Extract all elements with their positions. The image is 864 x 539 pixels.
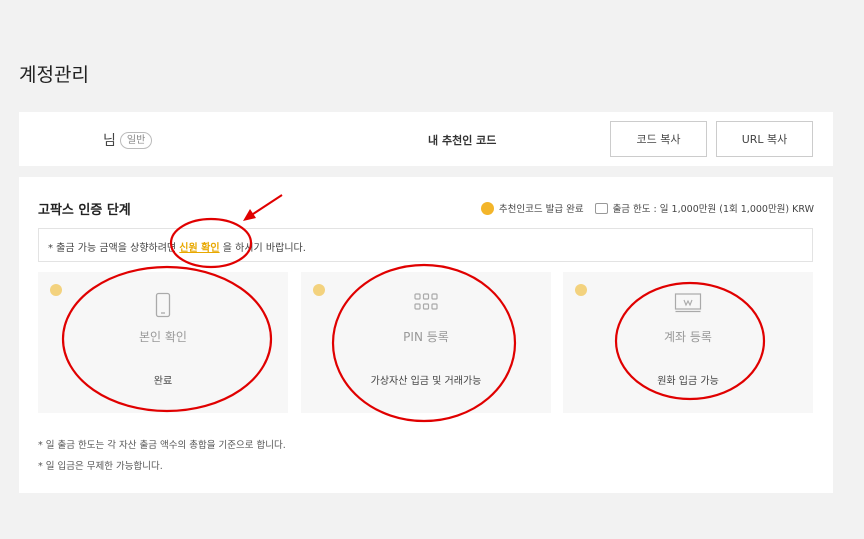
notice-text-before: * 출금 가능 금액을 상향하려면	[48, 243, 180, 254]
step-desc: 가상자산 입금 및 거래가능	[370, 376, 482, 387]
verification-title: 고팍스 인증 단계	[38, 203, 131, 218]
step-desc: 완료	[153, 376, 173, 387]
notice-text-after: 을 하시기 바랍니다.	[219, 243, 306, 254]
step-check-icon	[313, 284, 325, 296]
page-title: 계정관리	[19, 64, 89, 86]
step-account-registration[interactable]: 계좌 등록 원화 입금 가능	[563, 272, 813, 413]
referral-code-label: 내 추천인 코드	[428, 134, 497, 147]
phone-icon	[155, 292, 171, 318]
check-circle-icon	[480, 201, 494, 215]
step-check-icon	[50, 284, 62, 296]
bank-account-icon	[674, 293, 702, 313]
step-identity-verification[interactable]: 본인 확인 완료	[38, 272, 288, 413]
step-desc: 원화 입금 가능	[657, 376, 719, 387]
step-pin-registration[interactable]: PIN 등록 가상자산 입금 및 거래가능	[301, 272, 551, 413]
account-name-suffix: 님	[103, 133, 116, 149]
step-name: 계좌 등록	[664, 330, 712, 344]
step-check-icon	[575, 284, 587, 296]
verification-card: 고팍스 인증 단계 추천인코드 발급 완료 출금 한도 : 일 1,000만원 …	[19, 177, 833, 493]
limit-notice: * 출금 가능 금액을 상향하려면 신원 확인 을 하시기 바랍니다.	[38, 228, 813, 262]
referral-status-text: 추천인코드 발급 완료	[498, 204, 584, 215]
footnote-deposit: * 일 입금은 무제한 가능합니다.	[38, 461, 163, 472]
copy-url-button[interactable]: URL 복사	[716, 121, 813, 157]
identity-verification-link[interactable]: 신원 확인	[179, 243, 219, 254]
wallet-icon	[594, 202, 608, 214]
copy-code-button[interactable]: 코드 복사	[610, 121, 707, 157]
pin-grid-icon	[414, 293, 438, 310]
account-name: 님 일반	[103, 130, 153, 150]
step-name: PIN 등록	[403, 330, 449, 344]
grade-badge: 일반	[119, 131, 153, 149]
verification-status-line: 추천인코드 발급 완료 출금 한도 : 일 1,000만원 (1회 1,000만…	[480, 201, 814, 215]
step-name: 본인 확인	[139, 330, 187, 344]
footnote-daily-limit: * 일 출금 한도는 각 자산 출금 액수의 총합을 기준으로 합니다.	[38, 440, 286, 451]
account-summary-card: 님 일반 내 추천인 코드 코드 복사 URL 복사	[19, 112, 833, 166]
withdraw-limit-text: 출금 한도 : 일 1,000만원 (1회 1,000만원) KRW	[612, 204, 814, 215]
